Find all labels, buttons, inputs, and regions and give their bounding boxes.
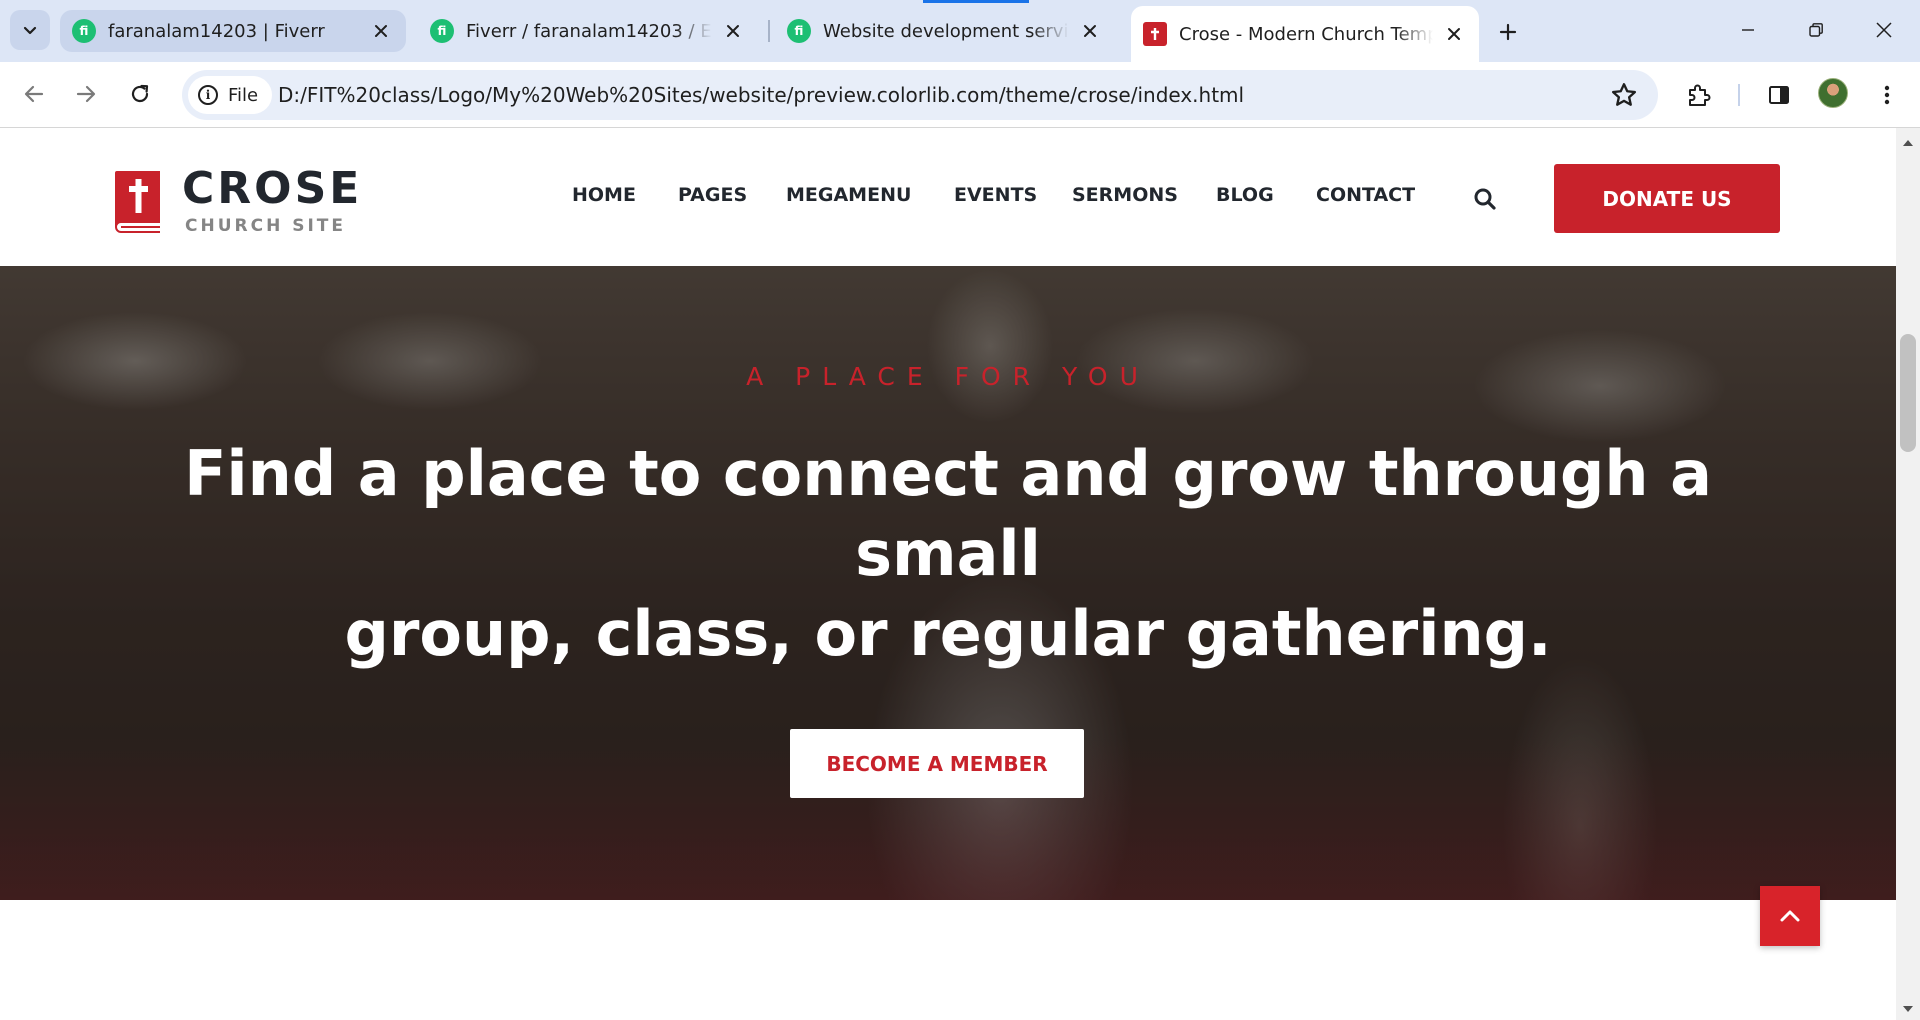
logo-name[interactable]: CROSE (182, 163, 362, 214)
info-icon: i (198, 85, 218, 105)
site-header: CROSE CHURCH SITE HOME PAGES MEGAMENU EV… (0, 128, 1896, 266)
hero-headline-line-1: Find a place to connect and grow through… (184, 437, 1712, 590)
restore-icon (1809, 23, 1823, 37)
nav-contact[interactable]: CONTACT (1316, 184, 1415, 206)
new-tab-button[interactable] (1488, 12, 1528, 52)
tab-website-development[interactable]: fi Website development services by (775, 10, 1115, 52)
forward-button[interactable] (64, 72, 108, 116)
scrollbar-thumb[interactable] (1900, 334, 1916, 452)
window-close-button[interactable] (1854, 8, 1914, 52)
fiverr-icon: fi (787, 19, 811, 43)
side-panel-icon (1769, 86, 1789, 104)
scroll-up-arrow-icon[interactable] (1903, 140, 1913, 146)
reload-icon (131, 84, 149, 103)
close-icon[interactable] (1077, 18, 1103, 44)
nav-blog[interactable]: BLOG (1216, 184, 1274, 206)
arrow-right-icon (76, 85, 96, 103)
search-icon[interactable] (1472, 186, 1498, 212)
logo-subtitle: CHURCH SITE (185, 216, 346, 236)
url-text[interactable]: D:/FIT%20class/Logo/My%20Web%20Sites/web… (278, 70, 1244, 120)
nav-megamenu[interactable]: MEGAMENU (786, 184, 911, 206)
back-to-top-button[interactable] (1760, 886, 1820, 946)
address-bar[interactable]: i File D:/FIT%20class/Logo/My%20Web%20Si… (182, 70, 1658, 120)
page-scrollbar[interactable] (1896, 128, 1920, 1020)
hero-headline: Find a place to connect and grow through… (148, 434, 1748, 674)
chevron-up-icon (1780, 910, 1800, 922)
minimize-icon (1742, 29, 1754, 31)
fiverr-icon: fi (430, 19, 454, 43)
extensions-button[interactable] (1682, 78, 1716, 112)
more-vertical-icon (1884, 85, 1890, 105)
tab-title: Crose - Modern Church Template (1179, 23, 1433, 45)
close-icon[interactable] (368, 18, 394, 44)
browser-tab-bar: fi faranalam14203 | Fiverr fi Fiverr / f… (0, 0, 1920, 62)
tab-title: Website development services by (823, 20, 1069, 42)
nav-sermons[interactable]: SERMONS (1072, 184, 1178, 206)
tab-fiverr-edit-gig[interactable]: fi Fiverr / faranalam14203 / Edit Gig (418, 10, 758, 52)
hero-tagline: A PLACE FOR YOU (746, 362, 1150, 391)
close-icon[interactable] (1441, 21, 1467, 47)
loading-indicator (923, 0, 1029, 3)
menu-button[interactable] (1870, 78, 1904, 112)
nav-home[interactable]: HOME (572, 184, 636, 206)
donate-button[interactable]: DONATE US (1554, 164, 1780, 233)
tab-crose-active[interactable]: Crose - Modern Church Template (1131, 6, 1479, 62)
minimize-button[interactable] (1718, 8, 1778, 52)
browser-toolbar: i File D:/FIT%20class/Logo/My%20Web%20Si… (0, 62, 1920, 128)
bible-cross-logo-icon[interactable] (115, 169, 162, 233)
tab-search-button[interactable] (10, 10, 50, 50)
site-info-chip[interactable]: i File (188, 76, 273, 114)
tab-title: Fiverr / faranalam14203 / Edit Gig (466, 20, 712, 42)
arrow-left-icon (24, 85, 44, 103)
puzzle-icon (1689, 84, 1711, 106)
chevron-down-icon (23, 26, 37, 35)
nav-pages[interactable]: PAGES (678, 184, 747, 206)
profile-avatar[interactable] (1818, 78, 1848, 108)
web-page: CROSE CHURCH SITE HOME PAGES MEGAMENU EV… (0, 128, 1896, 1020)
close-icon[interactable] (720, 18, 746, 44)
reload-button[interactable] (118, 72, 162, 116)
nav-events[interactable]: EVENTS (954, 184, 1037, 206)
tab-fiverr-profile[interactable]: fi faranalam14203 | Fiverr (60, 10, 406, 52)
become-member-button[interactable]: BECOME A MEMBER (790, 729, 1084, 798)
hero-banner: A PLACE FOR YOU Find a place to connect … (0, 266, 1896, 900)
restore-button[interactable] (1786, 8, 1846, 52)
plus-icon (1499, 23, 1517, 41)
scroll-down-arrow-icon[interactable] (1903, 1006, 1913, 1012)
toolbar-divider (1738, 84, 1740, 106)
tab-separator (768, 20, 770, 42)
back-button[interactable] (12, 72, 56, 116)
close-icon (1876, 22, 1892, 38)
star-icon[interactable] (1610, 81, 1638, 109)
side-panel-button[interactable] (1762, 78, 1796, 112)
site-info-label: File (228, 84, 259, 106)
hero-headline-line-2: group, class, or regular gathering. (344, 597, 1552, 670)
crose-icon (1143, 22, 1167, 46)
fiverr-icon: fi (72, 19, 96, 43)
tab-title: faranalam14203 | Fiverr (108, 20, 325, 42)
